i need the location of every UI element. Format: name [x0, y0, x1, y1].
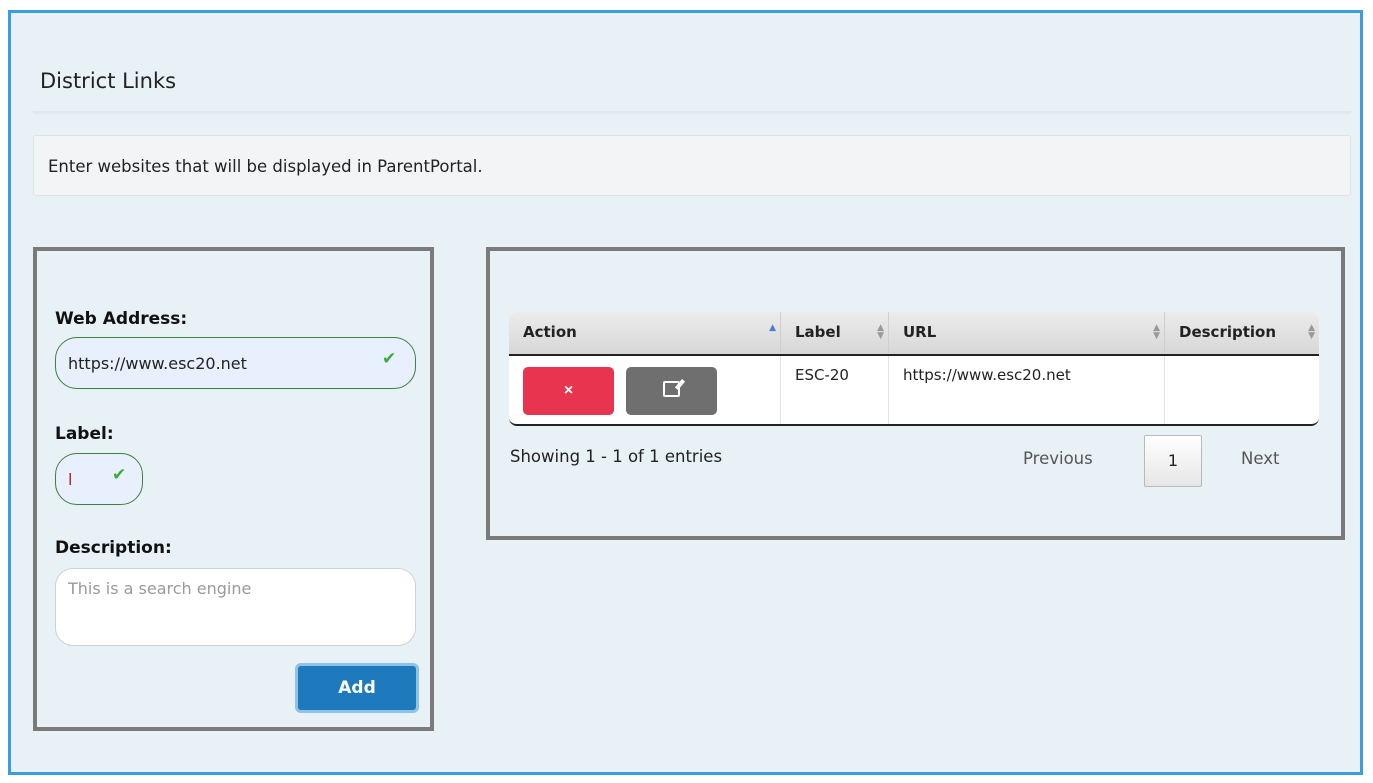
links-table-panel: Action ▲ Label ▲ ▼ URL ▲ ▼ Description ▲ ▼ [486, 247, 1345, 540]
description-cell [1165, 356, 1319, 424]
next-page-button[interactable]: Next [1241, 449, 1279, 468]
links-table: Action ▲ Label ▲ ▼ URL ▲ ▼ Description ▲ ▼ [509, 312, 1319, 426]
column-header-label-col[interactable]: Label ▲ ▼ [781, 312, 889, 354]
description-label: Description: [55, 538, 172, 558]
column-header-label: URL [903, 323, 937, 341]
checkmark-icon: ✔ [382, 349, 397, 369]
action-cell: × [509, 356, 781, 424]
web-address-input[interactable] [68, 338, 368, 388]
description-field[interactable] [55, 568, 416, 646]
edit-button[interactable] [626, 367, 717, 415]
previous-page-button[interactable]: Previous [1023, 449, 1093, 468]
add-button[interactable]: Add [295, 663, 419, 713]
table-header: Action ▲ Label ▲ ▼ URL ▲ ▼ Description ▲ ▼ [509, 312, 1319, 356]
sort-icon: ▲ ▼ [877, 323, 884, 341]
column-header-label: Label [795, 323, 841, 341]
description-textarea[interactable] [66, 577, 407, 637]
title-divider [33, 111, 1351, 114]
column-header-url[interactable]: URL ▲ ▼ [889, 312, 1165, 354]
column-header-label: Action [523, 323, 577, 341]
close-icon: × [563, 382, 574, 399]
label-field-label: Label: [55, 424, 114, 444]
label-input[interactable] [68, 454, 98, 504]
main-frame: District Links Enter websites that will … [8, 10, 1363, 775]
sort-icon: ▲ ▼ [1308, 323, 1315, 341]
column-header-action[interactable]: Action ▲ [509, 312, 781, 354]
info-text: Enter websites that will be displayed in… [48, 157, 483, 176]
label-cell: ESC-20 [781, 356, 889, 424]
column-header-label: Description [1179, 323, 1277, 341]
delete-button[interactable]: × [523, 367, 614, 415]
entries-info: Showing 1 - 1 of 1 entries [510, 447, 723, 466]
page-1-button[interactable]: 1 [1144, 435, 1202, 487]
column-header-description[interactable]: Description ▲ ▼ [1165, 312, 1319, 354]
sort-asc-icon: ▲ [769, 323, 776, 333]
checkmark-icon: ✔ [112, 465, 127, 485]
web-address-field[interactable]: ✔ [55, 337, 416, 389]
label-field[interactable]: ✔ [55, 453, 143, 505]
link-form-panel: Web Address: ✔ Label: ✔ Description: Add [33, 247, 434, 731]
edit-icon [663, 380, 680, 397]
sort-icon: ▲ ▼ [1153, 323, 1160, 341]
web-address-label: Web Address: [55, 309, 188, 329]
url-cell: https://www.esc20.net [889, 356, 1165, 424]
info-message: Enter websites that will be displayed in… [33, 135, 1351, 196]
page-title: District Links [40, 69, 177, 93]
